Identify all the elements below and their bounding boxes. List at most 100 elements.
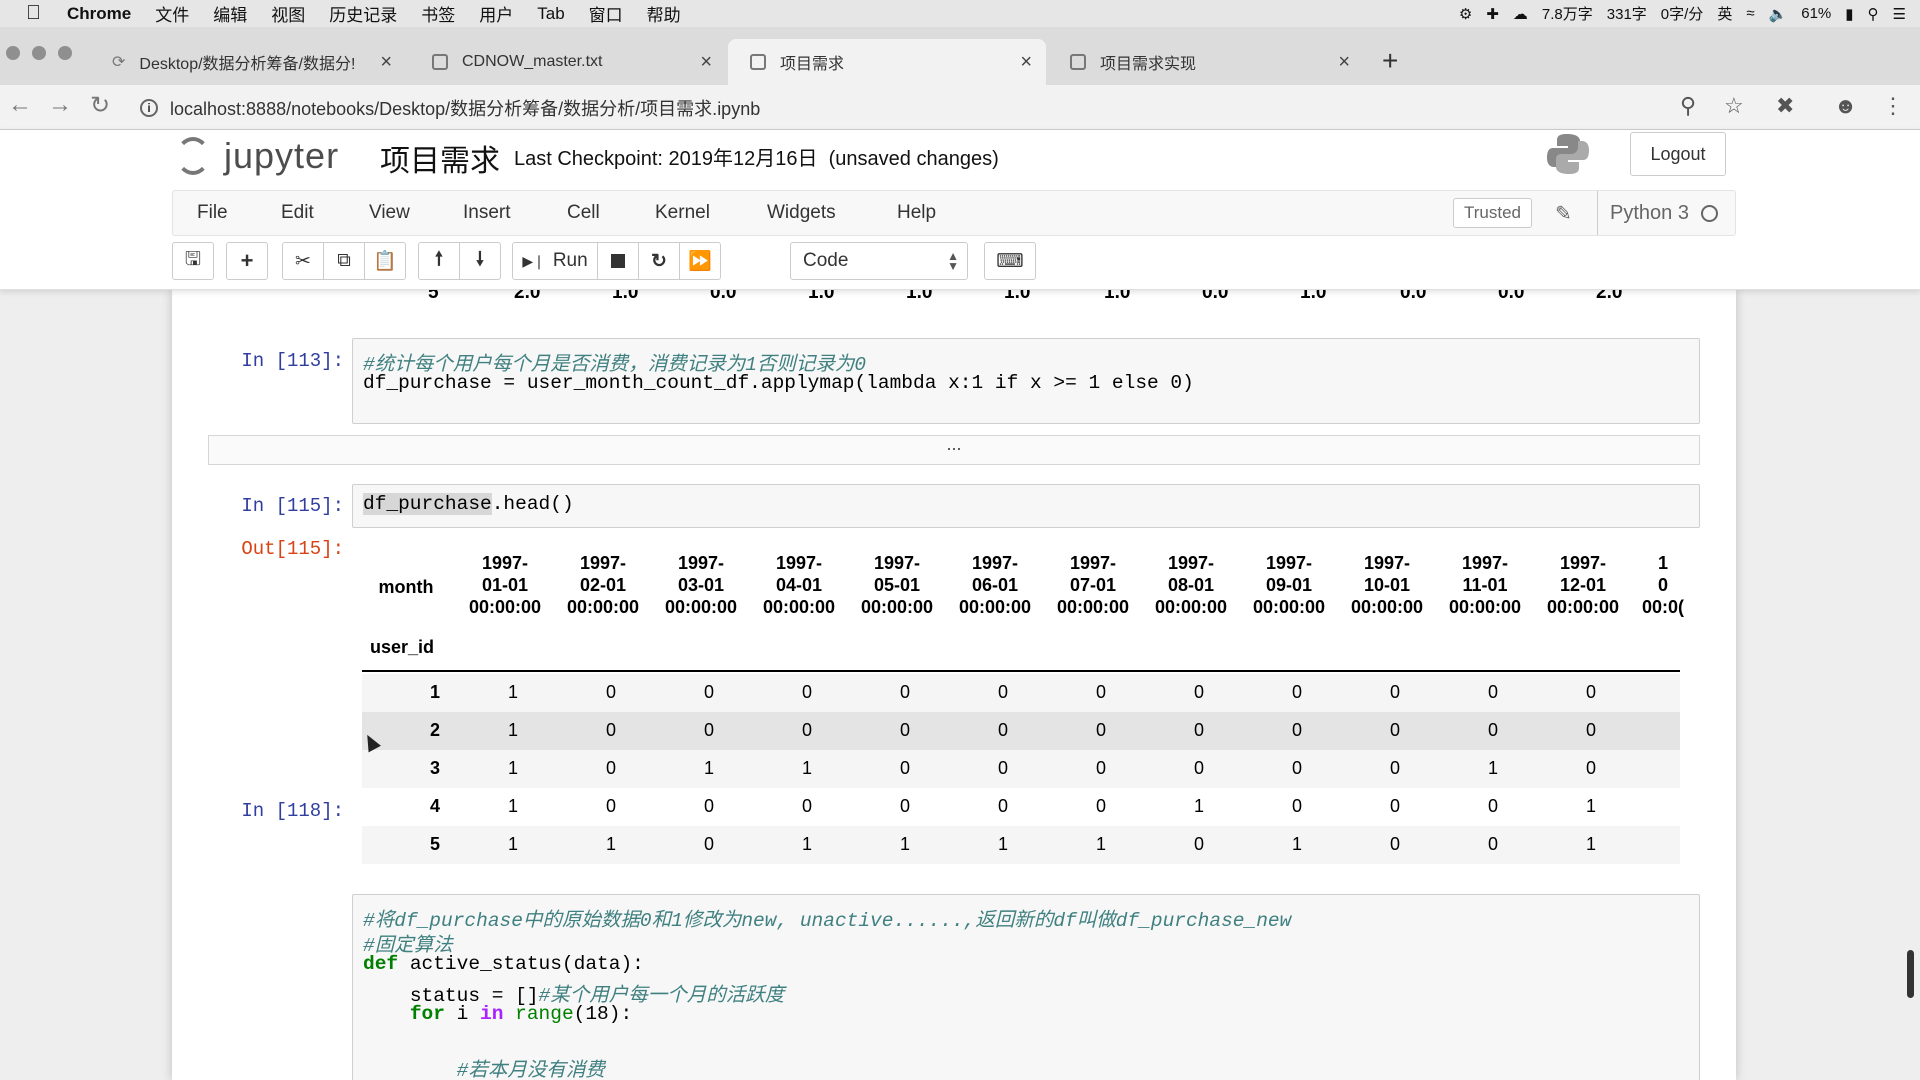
zoom-icon[interactable]: ⚲ [1680, 93, 1696, 119]
battery-percent[interactable]: 61% [1801, 5, 1831, 22]
column-header-line: 1997- [481, 553, 529, 573]
column-header-line: 00:00:00 [1546, 597, 1620, 617]
code-line: for i in range(18): [409, 1003, 633, 1025]
edit-pencil-icon[interactable]: ✎ [1555, 201, 1572, 226]
menu-view[interactable]: View [369, 202, 410, 224]
code-cell-113[interactable]: #统计每个用户每个月是否消费，消费记录为1否则记录为0 df_purchase … [352, 338, 1700, 424]
row-index: 3 [429, 758, 440, 778]
table-cell: 1 [997, 834, 1008, 854]
code-cell-115[interactable]: df_purchase.head() [352, 484, 1700, 528]
code-comment: #统计每个用户每个月是否消费，消费记录为1否则记录为0 [363, 354, 867, 376]
browser-tab-1[interactable]: ⟳ Desktop/数据分析筹备/数据分! × [90, 39, 406, 85]
interrupt-button[interactable] [597, 242, 639, 280]
menu-help-cn[interactable]: 帮助 [647, 1, 681, 26]
column-header-line: 00:00:00 [468, 597, 542, 617]
menu-file[interactable]: File [197, 202, 228, 224]
back-icon[interactable]: ← [8, 91, 32, 119]
forward-icon[interactable]: → [48, 91, 72, 119]
menu-tab[interactable]: Tab [537, 4, 564, 24]
star-icon[interactable]: ☆ [1724, 93, 1744, 119]
table-cell: 0 [1389, 682, 1400, 702]
menu-file-cn[interactable]: 文件 [155, 1, 189, 26]
table-cell: 0 [801, 796, 812, 816]
table-cell: 0 [997, 720, 1008, 740]
browser-tab-3-active[interactable]: 项目需求 × [728, 39, 1046, 85]
wifi-icon[interactable]: ≈ [1746, 5, 1754, 22]
menu-cell[interactable]: Cell [567, 202, 600, 224]
notebook-container[interactable]: 5 2.0 1.0 0.0 1.0 1.0 1.0 1.0 0.0 1.0 0.… [172, 290, 1736, 1080]
table-cell: 0 [1291, 796, 1302, 816]
close-tab-icon[interactable]: × [1338, 51, 1350, 74]
menu-history-cn[interactable]: 历史记录 [329, 1, 397, 26]
paste-button[interactable]: 📋 [364, 242, 406, 280]
table-cell: 0 [899, 720, 910, 740]
menu-edit[interactable]: Edit [281, 202, 314, 224]
info-icon[interactable]: i [140, 99, 158, 117]
menu-kernel[interactable]: Kernel [655, 202, 710, 224]
arrow-down-icon: 🠗 [475, 249, 485, 270]
apple-icon[interactable]:  [26, 2, 41, 25]
minimize-window-button[interactable] [32, 46, 46, 60]
column-header-line: 00:00:00 [958, 597, 1032, 617]
menu-help[interactable]: Help [897, 202, 936, 224]
menu-edit-cn[interactable]: 编辑 [213, 1, 247, 26]
command-palette-button[interactable]: ⌨ [984, 242, 1036, 280]
reload-icon[interactable]: ↻ [90, 91, 110, 120]
close-window-button[interactable] [6, 46, 20, 60]
move-down-button[interactable]: 🠗 [459, 242, 501, 280]
trusted-badge[interactable]: Trusted [1453, 198, 1533, 228]
restart-button[interactable]: ↻ [638, 242, 680, 280]
gear-status-icon[interactable]: ⚙ [1459, 5, 1472, 23]
jupyter-logo[interactable]: jupyter [176, 134, 339, 178]
cut-button[interactable]: ✂ [282, 242, 324, 280]
menu-chrome[interactable]: Chrome [67, 4, 131, 24]
table-cell: 0 [703, 720, 714, 740]
cell-type-select[interactable]: Code ▲ ▼ [790, 242, 968, 280]
ime-indicator[interactable]: 英 [1717, 3, 1732, 24]
menu-insert[interactable]: Insert [463, 202, 511, 224]
list-icon[interactable]: ☰ [1893, 5, 1906, 23]
kernel-indicator[interactable]: Python 3 [1597, 191, 1718, 235]
extension-icon[interactable]: ✖ [1776, 93, 1794, 119]
browser-tab-4[interactable]: 项目需求实现 × [1048, 39, 1364, 85]
table-cell: 1 [1095, 834, 1106, 854]
insert-cell-button[interactable]: + [226, 242, 268, 280]
table-cell: 0 [801, 682, 812, 702]
menu-widgets[interactable]: Widgets [767, 202, 836, 224]
restart-run-all-button[interactable]: ⏩ [679, 242, 721, 280]
highlighted-variable: df_purchase [363, 493, 492, 515]
more-menu-icon[interactable]: ⋮ [1882, 93, 1904, 119]
logout-button[interactable]: Logout [1630, 132, 1726, 176]
column-header-line: 07-01 [1069, 575, 1117, 595]
browser-tab-2[interactable]: CDNOW_master.txt × [410, 39, 726, 85]
volume-icon[interactable]: 🔈 [1769, 5, 1788, 23]
copy-button[interactable]: ⧉ [323, 242, 365, 280]
save-button[interactable]: 🖫 [172, 242, 214, 280]
close-tab-icon[interactable]: × [700, 51, 712, 74]
cloud-status-icon[interactable]: ☁ [1513, 5, 1528, 23]
url-field[interactable]: i localhost:8888/notebooks/Desktop/数据分析筹… [140, 94, 760, 122]
page-scrollbar[interactable] [1907, 950, 1914, 998]
plus-status-icon[interactable]: ✚ [1486, 5, 1499, 23]
new-tab-button[interactable]: + [1382, 45, 1398, 77]
search-icon[interactable]: ⚲ [1868, 5, 1879, 23]
zoom-window-button[interactable] [58, 46, 72, 60]
notebook-title[interactable]: 项目需求 [380, 136, 500, 180]
close-tab-icon[interactable]: × [380, 51, 392, 74]
table-cell: 1 [801, 834, 812, 854]
menu-user-cn[interactable]: 用户 [479, 1, 513, 26]
profile-icon[interactable]: ☻ [1834, 93, 1857, 119]
menu-bookmarks-cn[interactable]: 书签 [421, 1, 455, 26]
close-tab-icon[interactable]: × [1020, 51, 1032, 74]
table-cell: 0 [703, 796, 714, 816]
code-cell-118[interactable]: #将df_purchase中的原始数据0和1修改为new, unactive..… [352, 894, 1700, 1080]
menu-view-cn[interactable]: 视图 [271, 1, 305, 26]
code-line: status = []#某个用户每一个月的活跃度 [363, 978, 1689, 1007]
move-up-button[interactable]: 🠕 [418, 242, 460, 280]
prev-cell: 1.0 [612, 290, 639, 303]
collapsed-output-bar[interactable]: ... [208, 435, 1700, 465]
prev-cell: 0.0 [1400, 290, 1427, 303]
table-cell: 0 [1095, 682, 1106, 702]
run-button[interactable]: ▶❘ Run [512, 242, 598, 280]
menu-window-cn[interactable]: 窗口 [589, 1, 623, 26]
